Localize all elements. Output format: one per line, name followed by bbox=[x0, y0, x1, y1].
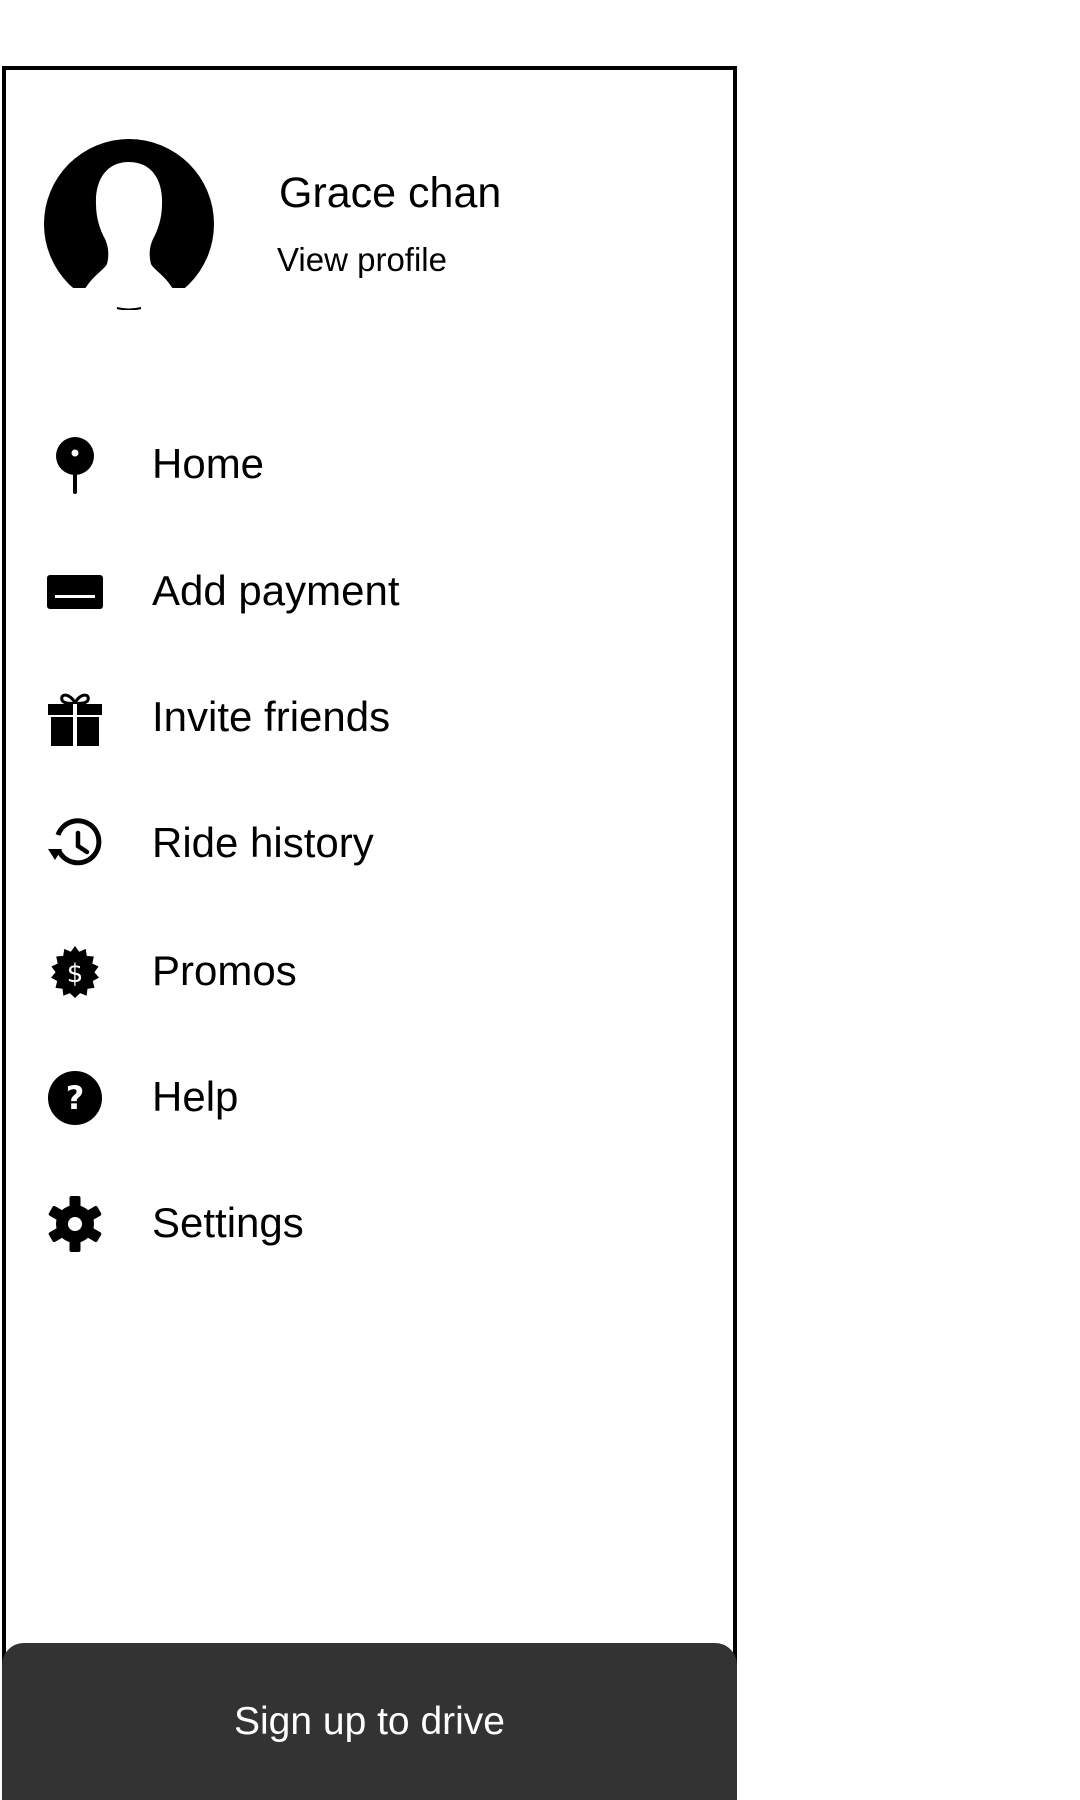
history-icon bbox=[46, 815, 104, 873]
menu-item-label: Help bbox=[152, 1073, 239, 1120]
navigation-drawer: Grace chan View profile Home Add payment bbox=[2, 66, 737, 1800]
dollar-badge-icon: $ bbox=[46, 943, 104, 1001]
help-icon: ? bbox=[46, 1069, 104, 1127]
svg-text:$: $ bbox=[67, 959, 84, 989]
menu-item-invite-friends[interactable]: Invite friends bbox=[6, 671, 733, 761]
menu-item-label: Settings bbox=[152, 1199, 304, 1246]
menu-item-label: Invite friends bbox=[152, 693, 391, 740]
profile-name: Grace chan bbox=[279, 169, 502, 217]
pin-icon bbox=[46, 436, 104, 494]
avatar[interactable] bbox=[43, 138, 215, 310]
menu-item-label: Promos bbox=[152, 947, 297, 994]
menu-item-label: Home bbox=[152, 440, 265, 487]
svg-text:?: ? bbox=[66, 1079, 85, 1117]
gear-icon bbox=[46, 1195, 104, 1253]
menu-item-label: Ride history bbox=[152, 819, 374, 866]
gift-icon bbox=[46, 689, 104, 747]
view-profile-link[interactable]: View profile bbox=[277, 240, 447, 280]
card-icon bbox=[46, 563, 104, 621]
sign-up-to-drive-button[interactable]: Sign up to drive bbox=[2, 1643, 737, 1800]
menu-item-home[interactable]: Home bbox=[6, 418, 733, 508]
profile-header: Grace chan View profile bbox=[6, 70, 733, 310]
sign-up-to-drive-label: Sign up to drive bbox=[233, 1699, 505, 1743]
menu-item-add-payment[interactable]: Add payment bbox=[6, 545, 733, 635]
menu-item-help[interactable]: ? Help bbox=[6, 1051, 733, 1141]
menu-item-settings[interactable]: Settings bbox=[6, 1177, 733, 1267]
menu-item-ride-history[interactable]: Ride history bbox=[6, 797, 733, 887]
menu-item-promos[interactable]: $ Promos bbox=[6, 925, 733, 1015]
avatar-silhouette-icon bbox=[43, 139, 215, 310]
menu-item-label: Add payment bbox=[152, 567, 400, 614]
